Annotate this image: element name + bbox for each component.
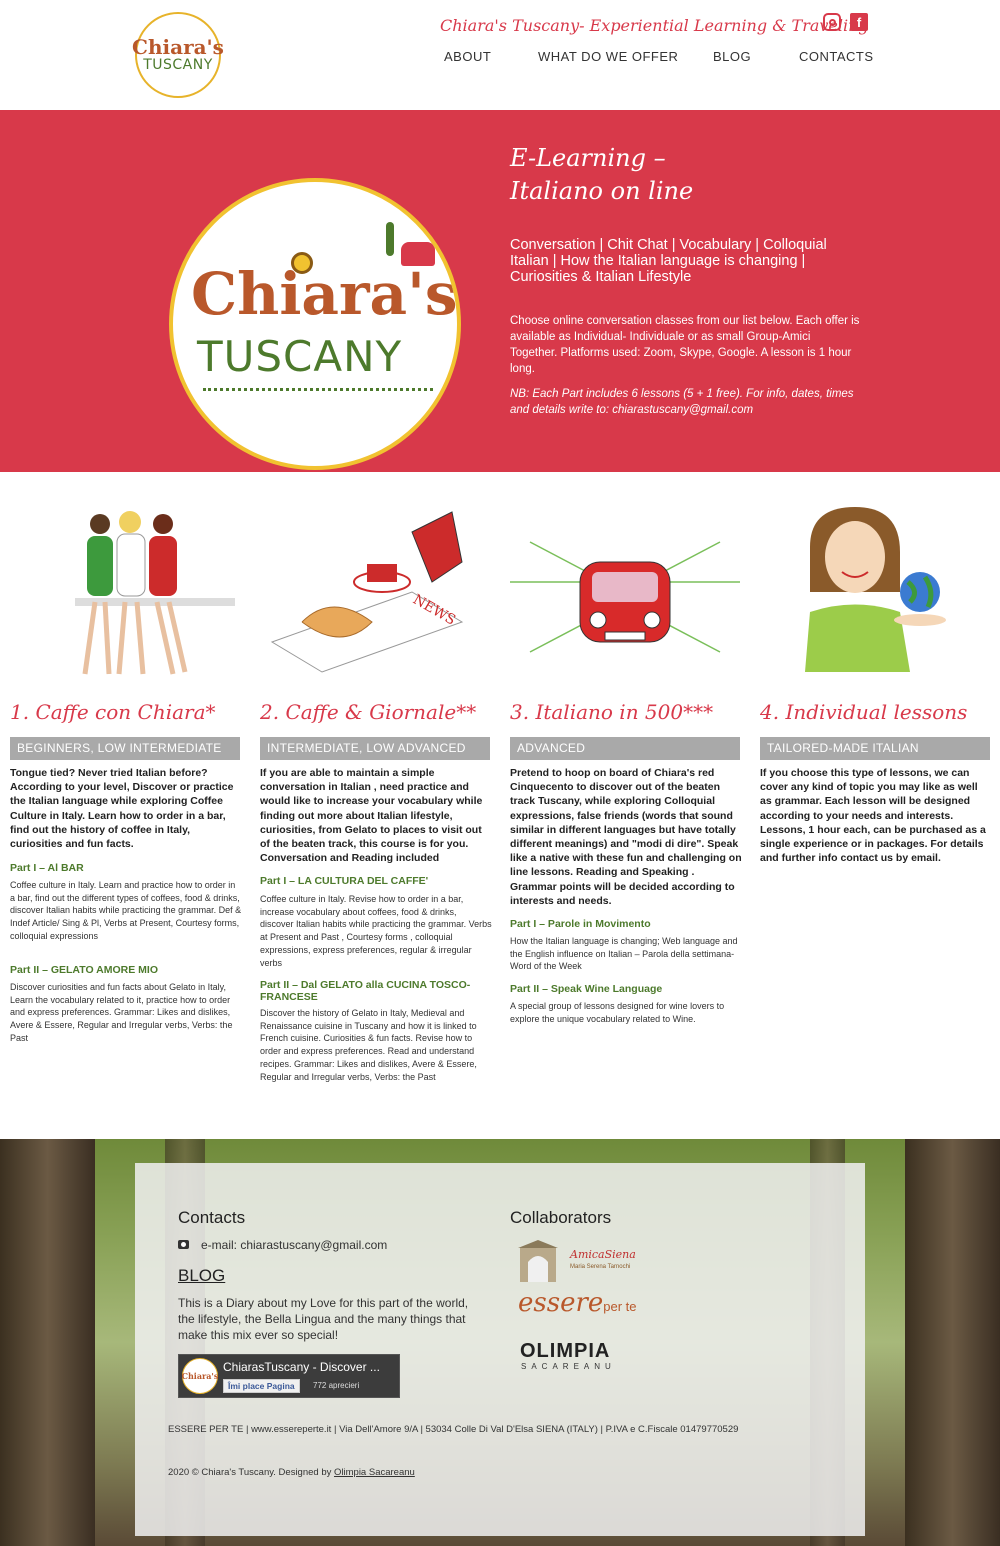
course-part-title: Part I – LA CULTURA DEL CAFFE' bbox=[260, 875, 429, 887]
coffee-newspaper-illustration: NEWS bbox=[270, 511, 464, 673]
facebook-icon[interactable]: f bbox=[850, 13, 868, 31]
essere-per-te-logo[interactable]: essereper te bbox=[518, 1288, 637, 1318]
legal-info: ESSERE PER TE | www.essereperte.it | Via… bbox=[168, 1424, 739, 1435]
nav-blog[interactable]: BLOG bbox=[713, 49, 751, 64]
blog-heading-link[interactable]: BLOG bbox=[178, 1266, 225, 1286]
course-intro: Tongue tied? Never tried Italian before?… bbox=[10, 767, 234, 851]
hero-title-line2: Italiano on line bbox=[510, 177, 694, 205]
three-women-coffee-illustration bbox=[75, 511, 235, 675]
site-tagline: Chiara's Tuscany- Experiential Learning … bbox=[440, 16, 869, 35]
copyright: 2020 © Chiara's Tuscany. Designed by Oli… bbox=[168, 1467, 415, 1478]
contact-email-link[interactable]: e-mail: chiarastuscany@gmail.com bbox=[201, 1237, 387, 1253]
designer-link[interactable]: Olimpia Sacareanu bbox=[334, 1467, 415, 1478]
course-part-title: Part II – Speak Wine Language bbox=[510, 983, 663, 995]
hero-logo-line1: Chiara's bbox=[191, 260, 458, 328]
facebook-like-label: Îmi place Pagina bbox=[228, 1381, 295, 1391]
course-part-text: How the Italian language is changing; We… bbox=[510, 936, 738, 972]
course-intro: If you choose this type of lessons, we c… bbox=[760, 767, 986, 865]
instagram-icon[interactable] bbox=[823, 13, 841, 31]
hero-logo-line2: TUSCANY bbox=[197, 332, 403, 381]
contacts-heading: Contacts bbox=[178, 1208, 246, 1227]
site-logo[interactable]: Chiara's TUSCANY bbox=[132, 12, 224, 98]
hero-note: NB: Each Part includes 6 lessons (5 + 1 … bbox=[510, 388, 854, 416]
nav-contacts[interactable]: CONTACTS bbox=[799, 49, 874, 64]
course-part-text: Discover the history of Gelato in Italy,… bbox=[260, 1008, 477, 1082]
course-part-text: Discover curiosities and fun facts about… bbox=[10, 982, 233, 1043]
olimpia-sacareanu-subtitle: SACAREANU bbox=[521, 1362, 616, 1371]
red-car-illustration bbox=[510, 541, 740, 653]
course-part-text: Coffee culture in Italy. Learn and pract… bbox=[10, 880, 242, 941]
amicasiena-logo[interactable]: AmicaSiena Maria Serena Tarnochi bbox=[518, 1240, 636, 1284]
course-part-text: Coffee culture in Italy. Revise how to o… bbox=[260, 894, 492, 968]
olimpia-sacareanu-logo[interactable]: OLIMPIA bbox=[520, 1340, 610, 1363]
essere-per-te-name: essere bbox=[518, 1288, 604, 1318]
site-header: Chiara's TUSCANY Chiara's Tuscany- Exper… bbox=[0, 0, 1000, 110]
course-intro: If you are able to maintain a simple con… bbox=[260, 767, 483, 865]
essere-per-te-suffix: per te bbox=[603, 1299, 637, 1314]
amicasiena-owner: Maria Serena Tarnochi bbox=[570, 1264, 631, 1270]
hero-title-line1: E-Learning – bbox=[510, 144, 666, 172]
logo-text-line1: Chiara's bbox=[132, 35, 224, 59]
blog-description: This is a Diary about my Love for this p… bbox=[178, 1296, 469, 1342]
course-part-title: Part II – Dal GELATO alla CUCINA TOSCO-F… bbox=[260, 979, 471, 1003]
facebook-like-button[interactable]: Îmi place Pagina bbox=[223, 1379, 300, 1393]
sunflower-icon bbox=[291, 252, 313, 274]
woman-globe-illustration bbox=[805, 507, 946, 672]
course-part-text: A special group of lessons designed for … bbox=[510, 1001, 725, 1024]
course-title-caffe-con-chiara: 1. Caffe con Chiara* bbox=[10, 700, 216, 724]
grass-decoration bbox=[203, 388, 433, 394]
course-level-badge: INTERMEDIATE, LOW ADVANCED bbox=[260, 737, 490, 760]
hero-title: E-Learning – Italiano on line bbox=[510, 142, 870, 208]
hero-logo: Chiara's TUSCANY bbox=[169, 178, 461, 470]
nav-what-do-we-offer[interactable]: WHAT DO WE OFFER bbox=[538, 49, 678, 64]
cypress-tree-icon bbox=[386, 222, 394, 256]
course-part-title: Part I – Al BAR bbox=[10, 862, 84, 874]
course-title-italiano-in-500: 3. Italiano in 500*** bbox=[510, 700, 714, 724]
nav-about[interactable]: ABOUT bbox=[444, 49, 491, 64]
course-part-title: Part I – Parole in Movimento bbox=[510, 918, 651, 930]
course-title-individual-lessons: 4. Individual lessons bbox=[760, 700, 968, 724]
facebook-page-thumbnail: Chiara's bbox=[182, 1358, 218, 1394]
amicasiena-name: AmicaSiena bbox=[570, 1248, 636, 1261]
hero-description: Choose online conversation classes from … bbox=[510, 315, 860, 375]
course-part-title: Part II – GELATO AMORE MIO bbox=[10, 964, 158, 976]
facebook-page-widget[interactable]: Chiara's ChiarasTuscany - Discover ... Î… bbox=[178, 1354, 400, 1398]
copyright-text: 2020 © Chiara's Tuscany. Designed by bbox=[168, 1467, 332, 1478]
facebook-page-name[interactable]: ChiarasTuscany - Discover ... bbox=[223, 1360, 393, 1374]
logo-text-line2: TUSCANY bbox=[143, 57, 213, 73]
camera-icon bbox=[178, 1240, 189, 1249]
arch-gate-icon bbox=[518, 1240, 558, 1282]
facebook-like-count: 772 aprecieri bbox=[313, 1381, 360, 1390]
course-level-badge: ADVANCED bbox=[510, 737, 740, 760]
hero-subtitle: Conversation | Chit Chat | Vocabulary | … bbox=[510, 237, 827, 285]
collaborators-heading: Collaborators bbox=[510, 1208, 612, 1227]
course-title-caffe-giornale: 2. Caffe & Giornale** bbox=[260, 700, 477, 724]
course-level-badge: TAILORED-MADE ITALIAN bbox=[760, 737, 990, 760]
course-intro: Pretend to hoop on board of Chiara's red… bbox=[510, 767, 742, 907]
course-level-badge: BEGINNERS, LOW INTERMEDIATE bbox=[10, 737, 240, 760]
